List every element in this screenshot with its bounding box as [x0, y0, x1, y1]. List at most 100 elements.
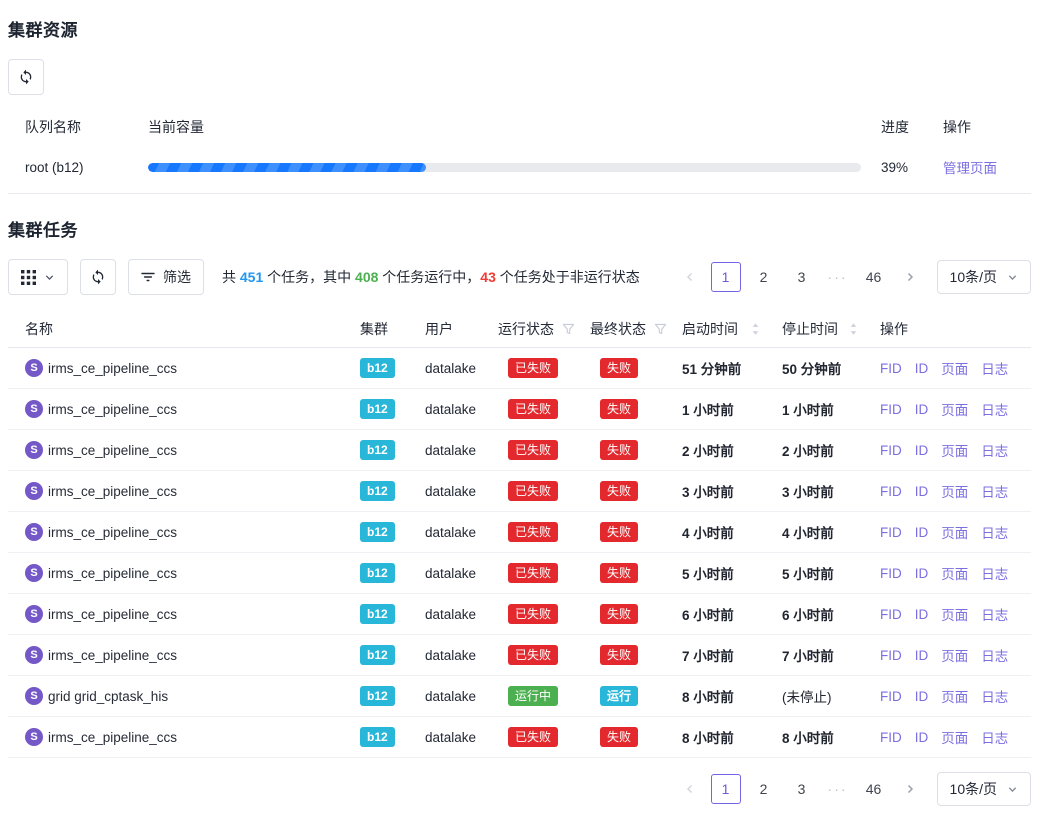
col-start-time: 启动时间 — [674, 319, 774, 339]
row-actions: FID ID 页面日志 — [872, 727, 1031, 747]
summary-text: 个任务，其中 — [263, 269, 355, 285]
action-link-FID[interactable]: FID — [880, 607, 902, 622]
sort-icon[interactable] — [849, 322, 858, 336]
page-button-2[interactable]: 2 — [749, 774, 779, 804]
action-link-页面[interactable]: 页面 — [941, 481, 968, 501]
col-run-status: 运行状态 — [490, 319, 582, 339]
action-link-FID[interactable]: FID — [880, 566, 902, 581]
user-name: datalake — [417, 689, 490, 704]
cluster-badge: b12 — [360, 645, 395, 665]
col-name: 名称 — [8, 319, 352, 339]
action-link-ID[interactable]: ID — [915, 607, 929, 622]
final-status-badge: 失败 — [600, 604, 638, 624]
action-link-ID[interactable]: ID — [915, 402, 929, 417]
manage-page-link[interactable]: 管理页面 — [943, 161, 997, 176]
final-status-badge: 失败 — [600, 481, 638, 501]
task-name: irms_ce_pipeline_ccs — [48, 648, 177, 663]
page-size-select[interactable]: 10条/页 — [937, 772, 1031, 806]
page-ellipsis[interactable]: ··· — [825, 269, 851, 285]
prev-page-button[interactable] — [677, 774, 703, 804]
action-link-FID[interactable]: FID — [880, 648, 902, 663]
col-action: 操作 — [943, 117, 1031, 137]
resources-refresh-button[interactable] — [8, 59, 44, 95]
action-link-日志[interactable]: 日志 — [981, 645, 1008, 665]
action-link-页面[interactable]: 页面 — [941, 563, 968, 583]
action-link-FID[interactable]: FID — [880, 402, 902, 417]
page-ellipsis[interactable]: ··· — [825, 781, 851, 797]
action-link-日志[interactable]: 日志 — [981, 358, 1008, 378]
page-button-3[interactable]: 3 — [787, 262, 817, 292]
action-link-页面[interactable]: 页面 — [941, 358, 968, 378]
action-link-日志[interactable]: 日志 — [981, 399, 1008, 419]
action-link-日志[interactable]: 日志 — [981, 481, 1008, 501]
user-name: datalake — [417, 648, 490, 663]
action-link-ID[interactable]: ID — [915, 648, 929, 663]
run-status-badge: 运行中 — [508, 686, 558, 706]
action-link-日志[interactable]: 日志 — [981, 727, 1008, 747]
grid-icon — [21, 270, 36, 285]
page-button-3[interactable]: 3 — [787, 774, 817, 804]
task-name: irms_ce_pipeline_ccs — [48, 525, 177, 540]
prev-page-button[interactable] — [677, 262, 703, 292]
summary-text: 共 — [222, 269, 240, 285]
column-settings-button[interactable] — [8, 259, 68, 295]
action-link-日志[interactable]: 日志 — [981, 440, 1008, 460]
action-link-ID[interactable]: ID — [915, 361, 929, 376]
user-name: datalake — [417, 361, 490, 376]
action-link-FID[interactable]: FID — [880, 525, 902, 540]
action-link-页面[interactable]: 页面 — [941, 686, 968, 706]
action-link-ID[interactable]: ID — [915, 730, 929, 745]
task-avatar: S — [25, 646, 43, 664]
task-name: irms_ce_pipeline_ccs — [48, 730, 177, 745]
tasks-refresh-button[interactable] — [80, 259, 116, 295]
sort-icon[interactable] — [751, 322, 760, 336]
action-link-日志[interactable]: 日志 — [981, 563, 1008, 583]
page-button-last[interactable]: 46 — [859, 774, 889, 804]
page-button-1[interactable]: 1 — [711, 262, 741, 292]
action-link-页面[interactable]: 页面 — [941, 399, 968, 419]
page-button-last[interactable]: 46 — [859, 262, 889, 292]
action-link-ID[interactable]: ID — [915, 525, 929, 540]
action-link-ID[interactable]: ID — [915, 443, 929, 458]
start-time: 3 小时前 — [674, 481, 774, 501]
run-status-badge: 已失败 — [508, 563, 558, 583]
cluster-badge: b12 — [360, 481, 395, 501]
filter-funnel-icon[interactable] — [562, 323, 575, 336]
action-link-页面[interactable]: 页面 — [941, 440, 968, 460]
action-link-ID[interactable]: ID — [915, 689, 929, 704]
action-link-页面[interactable]: 页面 — [941, 604, 968, 624]
run-status-badge: 已失败 — [508, 727, 558, 747]
action-link-日志[interactable]: 日志 — [981, 604, 1008, 624]
action-link-页面[interactable]: 页面 — [941, 645, 968, 665]
user-name: datalake — [417, 730, 490, 745]
action-link-ID[interactable]: ID — [915, 484, 929, 499]
filter-button[interactable]: 筛选 — [128, 259, 204, 295]
page-size-select[interactable]: 10条/页 — [937, 260, 1031, 294]
action-link-页面[interactable]: 页面 — [941, 727, 968, 747]
action-link-FID[interactable]: FID — [880, 689, 902, 704]
action-link-FID[interactable]: FID — [880, 361, 902, 376]
action-link-页面[interactable]: 页面 — [941, 522, 968, 542]
task-name: irms_ce_pipeline_ccs — [48, 566, 177, 581]
action-link-日志[interactable]: 日志 — [981, 686, 1008, 706]
page-button-1[interactable]: 1 — [711, 774, 741, 804]
action-link-日志[interactable]: 日志 — [981, 522, 1008, 542]
filter-funnel-icon[interactable] — [654, 323, 667, 336]
user-name: datalake — [417, 525, 490, 540]
page: 集群资源 队列名称 当前容量 进度 操作 root (b12) 39% 管理页面 — [0, 0, 1039, 818]
cluster-badge: b12 — [360, 399, 395, 419]
action-link-ID[interactable]: ID — [915, 566, 929, 581]
table-row: S irms_ce_pipeline_ccs b12 datalake 已失败 … — [8, 348, 1031, 389]
page-button-2[interactable]: 2 — [749, 262, 779, 292]
action-link-FID[interactable]: FID — [880, 484, 902, 499]
action-link-FID[interactable]: FID — [880, 443, 902, 458]
action-link-FID[interactable]: FID — [880, 730, 902, 745]
row-actions: FID ID 页面日志 — [872, 604, 1031, 624]
next-page-button[interactable] — [897, 262, 923, 292]
refresh-icon — [90, 269, 106, 285]
task-name: irms_ce_pipeline_ccs — [48, 607, 177, 622]
table-row: S irms_ce_pipeline_ccs b12 datalake 已失败 … — [8, 717, 1031, 758]
stop-time: (未停止) — [774, 686, 872, 706]
next-page-button[interactable] — [897, 774, 923, 804]
chevron-down-icon — [44, 272, 55, 283]
